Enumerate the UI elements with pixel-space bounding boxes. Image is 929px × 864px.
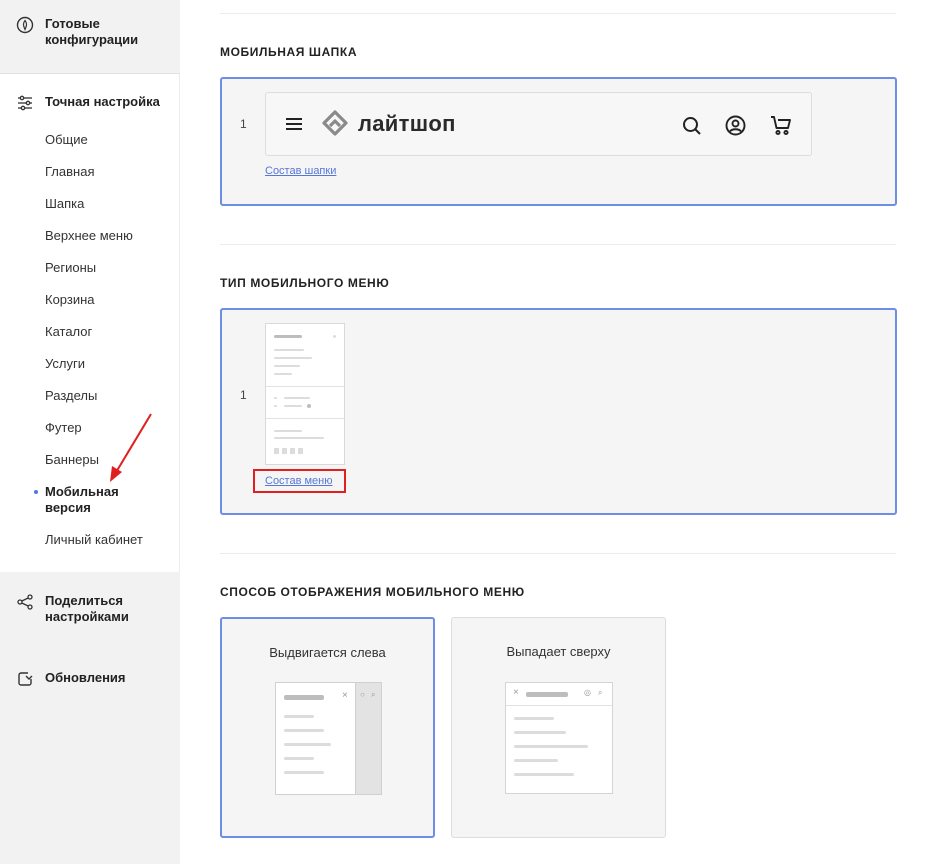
- preview-bar: [284, 757, 314, 760]
- sidebar-subitem-top-menu[interactable]: Верхнее меню: [45, 228, 133, 244]
- sidebar-ready-configs-block: Готовые конфигурации: [0, 0, 180, 74]
- section-title-menu-type: ТИП МОБИЛЬНОГО МЕНЮ: [220, 276, 390, 290]
- preview-bar: [284, 715, 314, 718]
- fire-config-icon: [16, 16, 34, 34]
- sidebar-subitem-sections[interactable]: Разделы: [45, 388, 97, 404]
- display-option-slide-left[interactable]: Выдвигается слева × ○ ⌕: [220, 617, 435, 838]
- preview-search-icon: ⌕: [598, 688, 603, 697]
- thumb-square: [274, 448, 279, 454]
- main-content: МОБИЛЬНАЯ ШАПКА 1 Состав шапки лайтшоп Т…: [180, 0, 929, 864]
- preview-bar: [284, 743, 331, 746]
- thumb-bar: [274, 397, 277, 399]
- thumb-bar: [274, 357, 312, 359]
- sidebar-item-label: Поделиться настройками: [45, 593, 129, 624]
- thumb-separator: [266, 418, 344, 419]
- option-index: 1: [240, 388, 247, 402]
- preview-bar: [526, 692, 568, 697]
- sidebar-subitem-main[interactable]: Главная: [45, 164, 94, 180]
- active-bullet: [34, 490, 38, 494]
- thumb-bar: [274, 405, 277, 407]
- thumb-square: [298, 448, 303, 454]
- thumb-dot: [333, 335, 336, 338]
- slide-left-preview: × ○ ⌕: [275, 682, 382, 795]
- sidebar-item-fine-tuning[interactable]: Точная настройка: [16, 94, 175, 112]
- divider: [220, 244, 896, 245]
- close-icon: ×: [342, 690, 348, 701]
- sidebar-item-label: Готовые конфигурации: [45, 16, 139, 47]
- preview-bar: [284, 729, 324, 732]
- thumb-square: [290, 448, 295, 454]
- preview-bar: [284, 695, 324, 700]
- preview-user-icon: ◎: [584, 688, 591, 697]
- divider: [220, 553, 896, 554]
- share-icon: [16, 593, 34, 611]
- display-option-drop-top[interactable]: Выпадает сверху × ◎ ⌕: [451, 617, 666, 838]
- preview-search-icon: ⌕: [371, 690, 376, 699]
- preview-separator: [506, 705, 612, 706]
- option-label: Выпадает сверху: [506, 644, 611, 659]
- burger-icon: [286, 117, 302, 136]
- mobile-header-preview: лайтшоп: [265, 92, 812, 156]
- sliders-icon: [16, 94, 34, 112]
- sidebar-subitem-catalog[interactable]: Каталог: [45, 324, 92, 340]
- preview-bar: [514, 759, 558, 762]
- sidebar-subitem-services[interactable]: Услуги: [45, 356, 85, 372]
- preview-bar: [284, 771, 324, 774]
- sidebar-item-updates[interactable]: Обновления: [16, 670, 155, 688]
- sidebar-subitem-footer[interactable]: Футер: [45, 420, 82, 436]
- thumb-bar: [284, 405, 302, 407]
- thumb-bar: [274, 430, 302, 432]
- thumb-bar: [274, 365, 300, 367]
- preview-bar: [514, 745, 588, 748]
- sidebar-fine-tuning-block: Точная настройка Общие Главная Шапка Вер…: [0, 74, 180, 572]
- preview-user-icon: ○: [360, 690, 365, 699]
- preview-bar: [514, 773, 574, 776]
- sidebar: Готовые конфигурации Точная настройка Об…: [0, 0, 180, 864]
- logo-text: лайтшоп: [358, 111, 456, 136]
- menu-type-thumbnail: [265, 323, 345, 465]
- sidebar-subitem-cart[interactable]: Корзина: [45, 292, 95, 308]
- sidebar-subitem-general[interactable]: Общие: [45, 132, 88, 148]
- thumb-square: [282, 448, 287, 454]
- preview-bar: [514, 731, 566, 734]
- divider: [220, 13, 896, 14]
- update-icon: [16, 670, 34, 688]
- sidebar-item-ready-configs[interactable]: Готовые конфигурации: [16, 16, 155, 48]
- section-title-menu-display: СПОСОБ ОТОБРАЖЕНИЯ МОБИЛЬНОГО МЕНЮ: [220, 585, 525, 599]
- section-title-mobile-header: МОБИЛЬНАЯ ШАПКА: [220, 45, 358, 59]
- preview-bar: [514, 717, 554, 720]
- sidebar-subitem-mobile[interactable]: Мобильная версия: [45, 484, 145, 516]
- header-composition-link[interactable]: Состав шапки: [265, 165, 336, 177]
- drop-top-preview: × ◎ ⌕: [505, 682, 613, 794]
- sidebar-bottom-block: Поделиться настройками Обновления: [0, 572, 180, 864]
- sidebar-subitem-account[interactable]: Личный кабинет: [45, 532, 143, 548]
- sidebar-subitem-header[interactable]: Шапка: [45, 196, 84, 212]
- thumb-bar: [307, 404, 311, 408]
- sidebar-item-label: Обновления: [45, 670, 126, 685]
- thumb-separator: [266, 386, 344, 387]
- sidebar-subitem-banners[interactable]: Баннеры: [45, 452, 99, 468]
- highlight-box: [253, 469, 346, 493]
- sidebar-item-label: Точная настройка: [45, 94, 160, 109]
- thumb-bar: [284, 397, 310, 399]
- thumb-bar: [274, 335, 302, 338]
- search-icon: [682, 116, 702, 141]
- sidebar-item-share[interactable]: Поделиться настройками: [16, 593, 155, 625]
- thumb-bar: [274, 373, 292, 375]
- close-icon: ×: [513, 687, 519, 698]
- option-label: Выдвигается слева: [269, 645, 386, 660]
- user-icon: [725, 115, 746, 141]
- sidebar-subitem-regions[interactable]: Регионы: [45, 260, 96, 276]
- logo-icon: [321, 109, 349, 144]
- option-index: 1: [240, 117, 247, 131]
- thumb-bar: [274, 437, 324, 439]
- cart-icon: [770, 115, 792, 141]
- thumb-bar: [274, 349, 304, 351]
- preview-drawer: ×: [276, 683, 356, 794]
